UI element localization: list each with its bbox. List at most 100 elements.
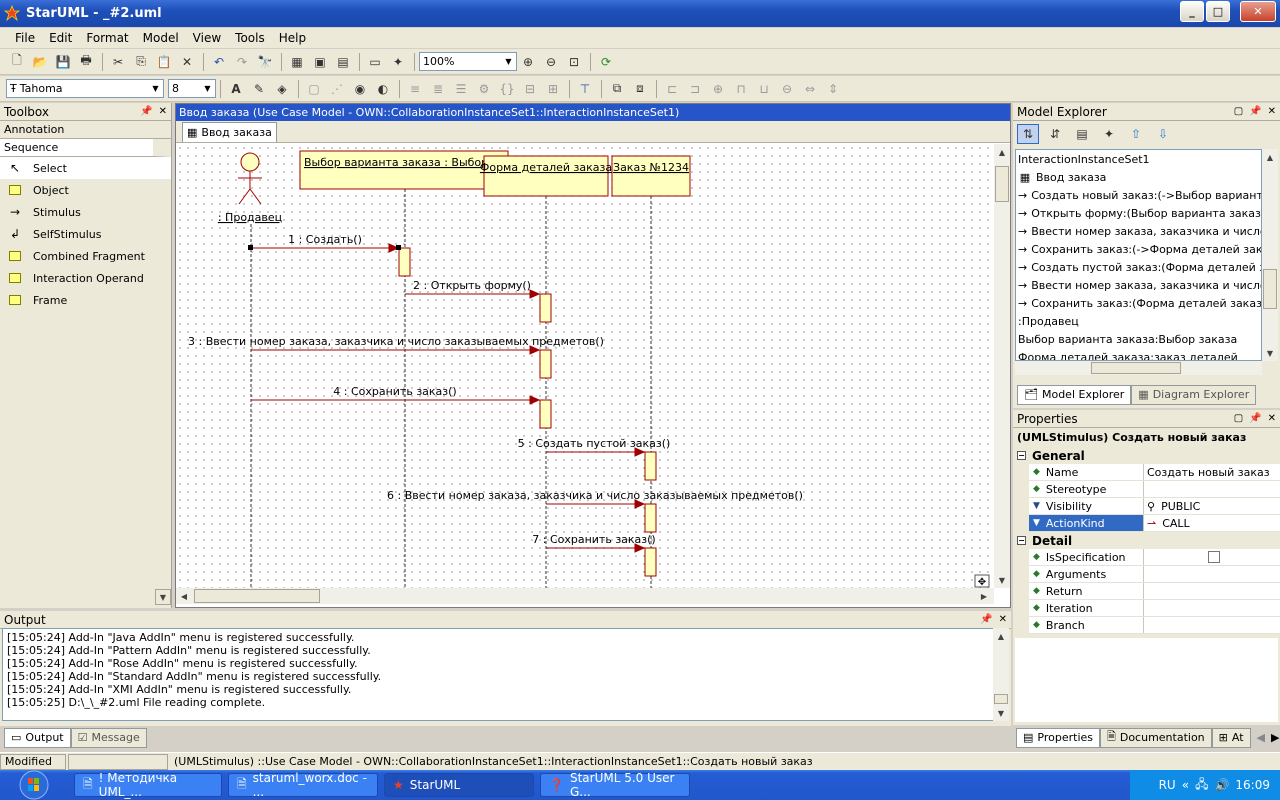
refresh-icon[interactable]: ⟳ <box>595 52 617 72</box>
actor-salesman[interactable] <box>238 152 262 205</box>
prop-row-iteration[interactable]: ◆ Iteration <box>1029 600 1280 617</box>
prop-row-return[interactable]: ◆ Return <box>1029 583 1280 600</box>
restore-icon[interactable]: ▢ <box>1234 413 1243 424</box>
minimize-button[interactable]: _ <box>1180 1 1204 22</box>
menu-format[interactable]: Format <box>79 31 135 45</box>
pin-icon[interactable]: 📌 <box>1249 413 1261 424</box>
volume-icon[interactable]: 🔊 <box>1214 778 1229 792</box>
tab-model-explorer[interactable]: 🗂 Model Explorer <box>1017 384 1132 405</box>
xml-icon[interactable]: ▭ <box>364 52 386 72</box>
type-icon[interactable]: ⊞ <box>542 79 564 99</box>
filter-icon[interactable]: ▤ <box>1071 124 1093 144</box>
scroll-thumb[interactable] <box>194 589 320 603</box>
undo-icon[interactable]: ↶ <box>208 52 230 72</box>
pan-icon[interactable]: ✥ <box>974 574 990 588</box>
prop-value[interactable]: CALL <box>1162 517 1189 530</box>
tree-item[interactable]: →Открыть форму:(Выбор варианта заказа->Ф <box>1016 204 1261 222</box>
scroll-up-icon[interactable]: ▲ <box>994 144 1010 160</box>
scroll-left-icon[interactable]: ◀ <box>176 588 192 604</box>
plugin-icon[interactable]: ✦ <box>387 52 409 72</box>
diagram2-icon[interactable]: ▣ <box>309 52 331 72</box>
prop-value[interactable]: Создать новый заказ <box>1144 464 1280 480</box>
toolbox-item-object[interactable]: Object <box>0 179 171 201</box>
pin-icon[interactable]: 📌 <box>140 106 152 117</box>
hierarchy-icon[interactable]: ⊤ <box>574 79 596 99</box>
copy-icon[interactable]: ⎘ <box>130 52 152 72</box>
toolbox-category-annotation[interactable]: Annotation <box>0 121 171 139</box>
tree-item[interactable]: → Создать новый заказ:(->Выбор варианта з… <box>1016 186 1261 204</box>
prop-row-isspecification[interactable]: ◆ IsSpecification <box>1029 549 1280 566</box>
zoom-out-icon[interactable]: ⊖ <box>540 52 562 72</box>
menu-edit[interactable]: Edit <box>42 31 79 45</box>
prop-row-branch[interactable]: ◆ Branch <box>1029 617 1280 634</box>
menu-file[interactable]: File <box>8 31 42 45</box>
prop-row-arguments[interactable]: ◆ Arguments <box>1029 566 1280 583</box>
space-v-icon[interactable]: ⇕ <box>822 79 844 99</box>
font-size-select[interactable]: 8 ▼ <box>168 79 216 98</box>
menu-help[interactable]: Help <box>272 31 313 45</box>
tab-scroll-left-icon[interactable]: ◀ <box>1257 731 1265 744</box>
taskbar-item-staruml-worx[interactable]: 🗎 staruml_worx.doc - ... <box>228 771 378 799</box>
scroll-thumb[interactable] <box>1263 269 1277 309</box>
braces-icon[interactable]: {} <box>496 79 518 99</box>
print-icon[interactable]: 🖶 <box>75 52 97 72</box>
prop-row-stereotype[interactable]: ◆ Stereotype <box>1029 481 1280 498</box>
tab-output[interactable]: ▭ Output <box>4 727 71 748</box>
explorer-hscroll[interactable] <box>1015 361 1262 375</box>
bring-front-icon[interactable]: ⧉ <box>606 79 628 99</box>
group-general[interactable]: − General <box>1013 447 1280 464</box>
scroll-up-icon[interactable]: ▲ <box>993 628 1009 644</box>
start-button[interactable] <box>0 770 68 800</box>
diagram3-icon[interactable]: ▤ <box>332 52 354 72</box>
diagram-canvas[interactable]: : Продавец Выбор варианта заказа : Выбор… <box>176 144 994 588</box>
toolbox-item-interaction-operand[interactable]: Interaction Operand <box>0 267 171 289</box>
tab-attachments[interactable]: ⊞ At <box>1211 727 1251 748</box>
vertical-scrollbar[interactable]: ▲ ▼ <box>994 144 1010 588</box>
tree-item[interactable]: ▦ Ввод заказа <box>1016 168 1261 186</box>
prop-value[interactable] <box>1144 600 1280 616</box>
tab-diagram-explorer[interactable]: ▦ Diagram Explorer <box>1131 384 1257 405</box>
redo-icon[interactable]: ↷ <box>231 52 253 72</box>
new-file-icon[interactable]: 🗋 <box>6 52 28 72</box>
close-icon[interactable]: ✕ <box>159 106 167 117</box>
taskbar-item-staruml[interactable]: ★ StarUML <box>384 773 534 797</box>
line-color-icon[interactable]: ✎ <box>248 79 270 99</box>
menu-model[interactable]: Model <box>136 31 186 45</box>
maximize-button[interactable]: □ <box>1206 1 1230 22</box>
toolbox-item-frame[interactable]: Frame <box>0 289 171 311</box>
align-middle-icon[interactable]: ⊖ <box>776 79 798 99</box>
scroll-down-icon[interactable]: ▼ <box>1262 345 1278 361</box>
tree-item[interactable]: :Продавец <box>1016 312 1261 330</box>
close-button[interactable]: ✕ <box>1240 1 1276 22</box>
align-left-icon[interactable]: ⊏ <box>661 79 683 99</box>
tree-item[interactable]: →Сохранить заказ:(Форма деталей заказа->… <box>1016 294 1261 312</box>
taskbar-item-user-guide[interactable]: ❓ StarUML 5.0 User G... <box>540 771 690 799</box>
scroll-thumb[interactable] <box>994 694 1008 704</box>
tree-item[interactable]: →Ввести номер заказа, заказчика и число … <box>1016 222 1261 240</box>
scroll-up-icon[interactable]: ▲ <box>1262 149 1278 165</box>
compart-icon[interactable]: ☰ <box>450 79 472 99</box>
align-top-icon[interactable]: ⊓ <box>730 79 752 99</box>
save-icon[interactable]: 💾 <box>52 52 74 72</box>
restore-icon[interactable]: ▢ <box>1234 106 1243 117</box>
space-h-icon[interactable]: ⇔ <box>799 79 821 99</box>
prop-value[interactable] <box>1144 583 1280 599</box>
align-center-icon[interactable]: ⊕ <box>707 79 729 99</box>
fill-color-icon[interactable]: ◈ <box>271 79 293 99</box>
tab-scroll-right-icon[interactable]: ▶ <box>1271 731 1279 744</box>
tab-documentation[interactable]: 🗎 Documentation <box>1100 727 1212 748</box>
scroll-down-icon[interactable]: ▼ <box>993 705 1009 721</box>
cut-icon[interactable]: ✂ <box>107 52 129 72</box>
prop-icon[interactable]: ⊟ <box>519 79 541 99</box>
pin-icon[interactable]: 📌 <box>1249 106 1261 117</box>
zoom-select[interactable]: 100% ▼ <box>419 52 517 71</box>
param-icon[interactable]: ⚙ <box>473 79 495 99</box>
toolbox-item-selfstimulus[interactable]: ↲ SelfStimulus <box>0 223 171 245</box>
close-icon[interactable]: ✕ <box>1268 413 1276 424</box>
close-icon[interactable]: ✕ <box>999 614 1007 625</box>
clock[interactable]: 16:09 <box>1235 778 1270 792</box>
output-vscroll[interactable]: ▲ ▼ <box>993 628 1009 721</box>
prop-row-visibility[interactable]: ▼ Visibility ⚲ PUBLIC <box>1029 498 1280 515</box>
show-icon[interactable]: ◐ <box>372 79 394 99</box>
tree-item[interactable]: → Сохранить заказ:(->Форма деталей заказа… <box>1016 240 1261 258</box>
